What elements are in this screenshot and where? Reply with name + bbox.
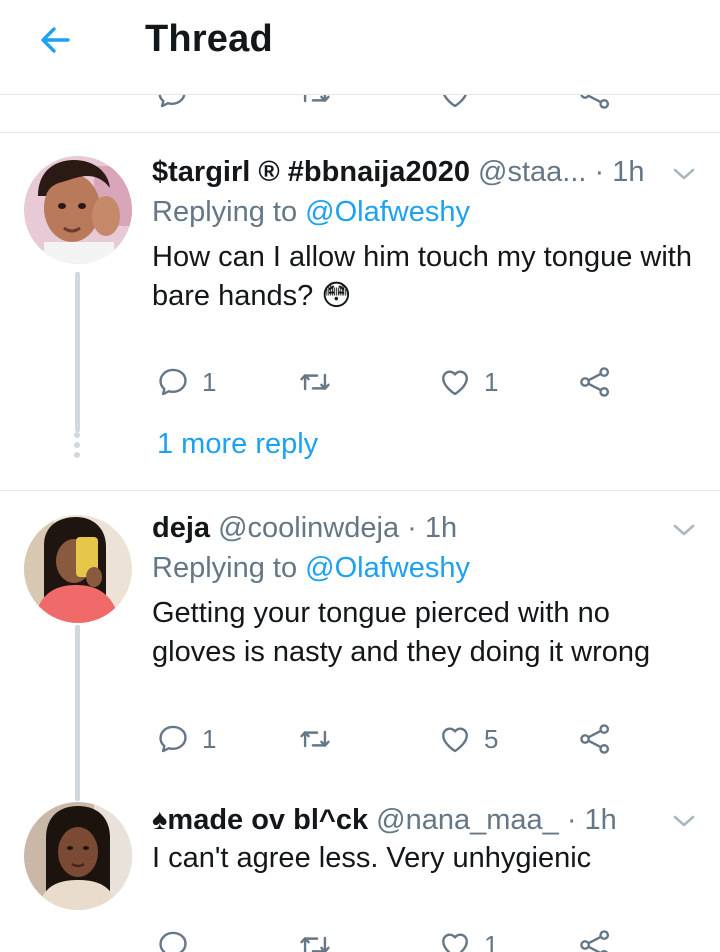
tweet-header: ♠made ov bl^ck @nana_maa_ · 1h	[152, 800, 617, 840]
replying-to: Replying to @Olafweshy	[152, 192, 470, 232]
chevron-down-icon[interactable]	[670, 520, 698, 540]
reply-icon	[156, 722, 190, 756]
retweet-icon	[298, 365, 332, 399]
like-button[interactable]: 1	[438, 361, 498, 403]
page-title: Thread	[145, 18, 273, 60]
retweet-icon	[298, 928, 332, 952]
reply-icon	[156, 928, 190, 952]
like-button[interactable]: 1	[438, 924, 498, 952]
retweet-button[interactable]	[298, 361, 344, 403]
share-icon[interactable]	[578, 95, 612, 111]
share-icon	[578, 928, 612, 952]
back-arrow-icon[interactable]	[36, 20, 76, 60]
reply-button[interactable]: 1	[156, 361, 216, 403]
app-header: Thread	[0, 0, 720, 95]
reply-button[interactable]: 1	[156, 718, 216, 760]
retweet-button[interactable]	[298, 718, 344, 760]
tweet-actions: 1	[152, 924, 672, 952]
user-handle[interactable]: @nana_maa_	[376, 804, 559, 836]
previous-tweet-actions	[0, 95, 720, 133]
display-name[interactable]: $targirl ® #bbnaija2020	[152, 156, 470, 188]
user-handle[interactable]: @staa...	[478, 156, 586, 188]
user-handle[interactable]: @coolinwdeja	[218, 512, 399, 544]
avatar[interactable]	[24, 156, 132, 264]
like-icon[interactable]	[438, 95, 472, 111]
tweet-text: Getting your tongue pierced with no glov…	[152, 597, 651, 668]
mention-link[interactable]: @Olafweshy	[305, 196, 470, 228]
replying-to-label: Replying to	[152, 552, 306, 584]
like-icon	[438, 722, 472, 756]
like-icon	[438, 928, 472, 952]
tweet[interactable]: ♠made ov bl^ck @nana_maa_ · 1h I can't a…	[0, 791, 720, 952]
timestamp: · 1h	[594, 156, 645, 188]
retweet-icon[interactable]	[298, 95, 332, 111]
thread-line	[75, 625, 80, 801]
share-icon	[578, 722, 612, 756]
timestamp: · 1h	[407, 512, 458, 544]
replying-to-label: Replying to	[152, 196, 306, 228]
mention-link[interactable]: @Olafweshy	[305, 552, 470, 584]
like-count: 1	[484, 366, 499, 397]
timestamp: · 1h	[566, 804, 617, 836]
tweet-header: deja @coolinwdeja · 1h	[152, 508, 457, 548]
chevron-down-icon[interactable]	[670, 164, 698, 184]
retweet-icon	[298, 722, 332, 756]
more-reply-link[interactable]: 1 more reply	[157, 428, 318, 461]
chevron-down-icon[interactable]	[670, 811, 698, 831]
tweet[interactable]: deja @coolinwdeja · 1h Replying to @Olaf…	[0, 491, 720, 801]
reply-count: 1	[202, 723, 217, 754]
like-button[interactable]: 5	[438, 718, 498, 760]
avatar[interactable]	[24, 802, 132, 910]
tweet-actions: 1 1	[152, 361, 672, 403]
display-name[interactable]: ♠made ov bl^ck	[152, 804, 368, 836]
tweet-header: $targirl ® #bbnaija2020 @staa... · 1h	[152, 152, 645, 192]
like-count: 5	[484, 723, 499, 754]
share-button[interactable]	[578, 361, 612, 403]
tweet[interactable]: $targirl ® #bbnaija2020 @staa... · 1h Re…	[0, 134, 720, 490]
share-button[interactable]	[578, 924, 612, 952]
reply-icon	[156, 365, 190, 399]
retweet-button[interactable]	[298, 924, 344, 952]
thread-line	[75, 272, 80, 432]
display-name[interactable]: deja	[152, 512, 210, 544]
thread-gap-dots	[74, 432, 80, 462]
avatar[interactable]	[24, 515, 132, 623]
reply-count: 1	[202, 366, 217, 397]
reply-button[interactable]	[156, 924, 202, 952]
tweet-text: How can I allow him touch my tongue with…	[152, 241, 692, 312]
tweet-actions: 1 5	[152, 718, 672, 760]
replying-to: Replying to @Olafweshy	[152, 548, 470, 588]
tweet-text: I can't agree less. Very unhygienic	[152, 842, 592, 874]
share-button[interactable]	[578, 718, 612, 760]
like-icon	[438, 365, 472, 399]
share-icon	[578, 365, 612, 399]
reply-icon[interactable]	[155, 95, 189, 111]
like-count: 1	[484, 929, 499, 952]
